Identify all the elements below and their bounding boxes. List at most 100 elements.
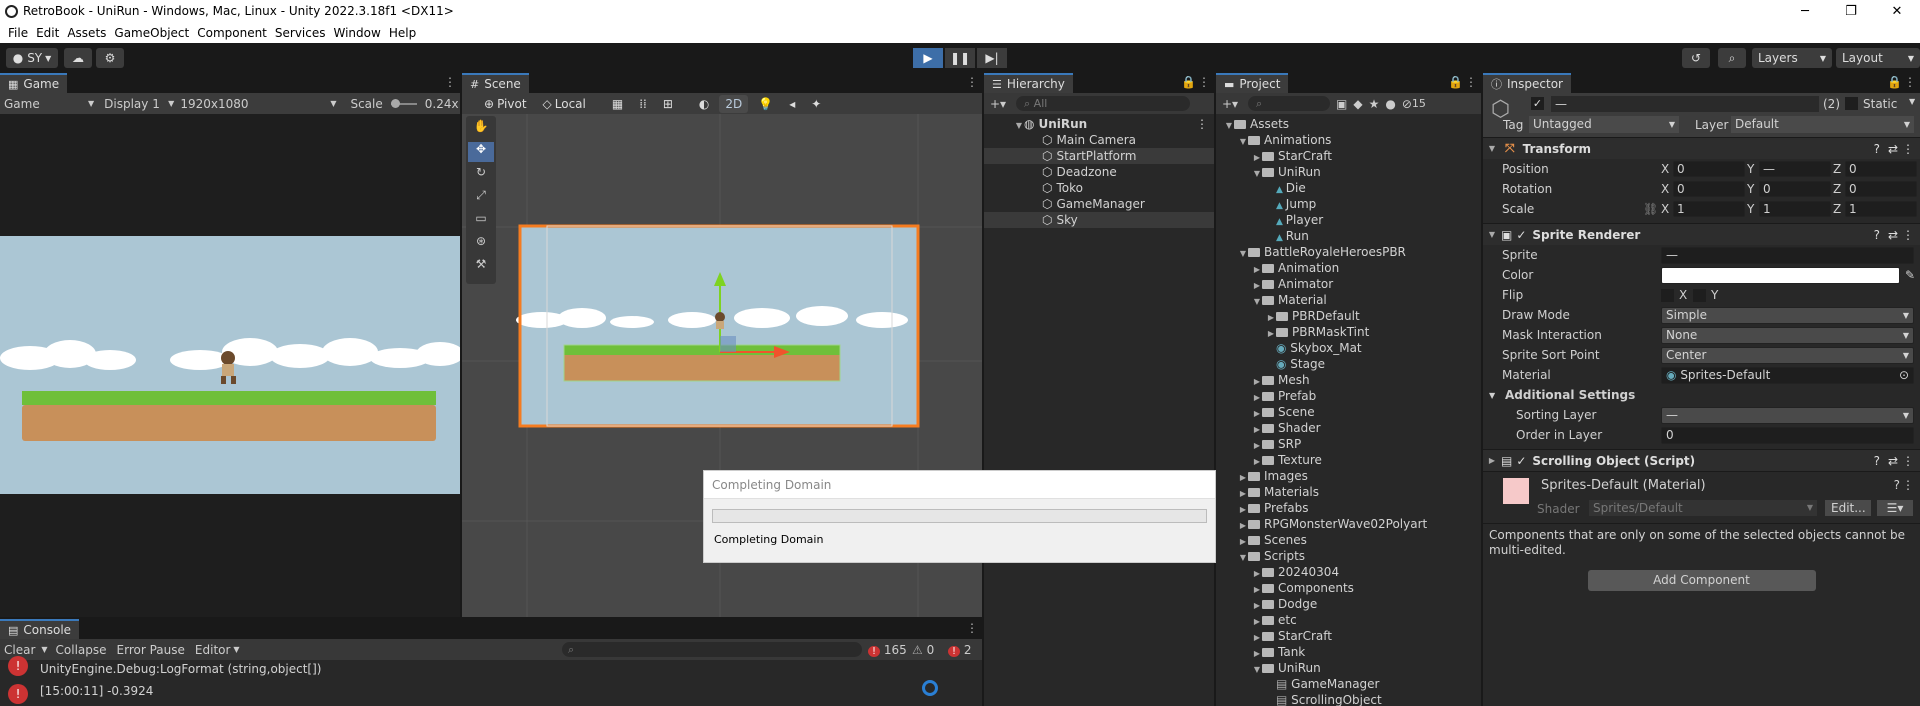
project-item[interactable]: ▼ Scripts — [1216, 548, 1481, 564]
object-picker-icon[interactable]: ⊙ — [1899, 368, 1909, 383]
menu-edit[interactable]: Edit — [36, 26, 59, 40]
edit-shader-button[interactable]: Edit... — [1825, 500, 1871, 516]
console-search[interactable]: ⌕ — [562, 642, 862, 657]
preset-icon[interactable]: ⇄ — [1888, 142, 1898, 156]
project-item[interactable]: ▤ GameManager — [1216, 676, 1481, 692]
draw-mode-button[interactable]: ◐ — [692, 94, 716, 113]
hierarchy-item[interactable]: ⬡ Deadzone — [984, 164, 1214, 180]
project-item[interactable]: ◉ Stage — [1216, 356, 1481, 372]
project-item[interactable]: ▲ Run — [1216, 228, 1481, 244]
tag-dropdown[interactable]: Untagged ▼ — [1529, 116, 1679, 133]
static-dropdown-icon[interactable]: ▼ — [1909, 97, 1915, 106]
hierarchy-search[interactable]: ⌕ All — [1016, 96, 1190, 111]
preset-icon[interactable]: ⇄ — [1888, 228, 1898, 242]
rotation-x-field[interactable]: 0 — [1673, 181, 1745, 197]
active-checkbox[interactable]: ✓ — [1531, 97, 1544, 110]
hierarchy-item[interactable]: ⬡ StartPlatform — [984, 148, 1214, 164]
project-item[interactable]: ▼ BattleRoyaleHeroesPBR — [1216, 244, 1481, 260]
project-item[interactable]: ▶ etc — [1216, 612, 1481, 628]
project-item[interactable]: ▶ Shader — [1216, 420, 1481, 436]
position-y-field[interactable]: — — [1759, 161, 1831, 177]
pivot-toggle[interactable]: ⊕ Pivot — [478, 94, 533, 113]
project-item[interactable]: ▶ Images — [1216, 468, 1481, 484]
project-item[interactable]: ▶ Dodge — [1216, 596, 1481, 612]
component-menu-icon[interactable]: ⋮ — [1902, 454, 1914, 468]
layers-dropdown[interactable]: Layers ▼ — [1752, 48, 1832, 68]
package-icon[interactable]: ● — [1385, 97, 1395, 111]
menu-file[interactable]: File — [8, 26, 28, 40]
grid-snap-button[interactable]: ▦ — [605, 94, 630, 113]
project-item[interactable]: ▶ Prefab — [1216, 388, 1481, 404]
additional-settings-row[interactable]: ▼ Additional Settings — [1483, 385, 1920, 405]
project-search[interactable]: ⌕ — [1248, 96, 1330, 111]
cloud-button[interactable]: ☁ — [64, 48, 92, 68]
mode-2d-button[interactable]: 2D — [719, 94, 749, 113]
flip-y-checkbox[interactable] — [1693, 288, 1706, 302]
scale-x-field[interactable]: 1 — [1673, 201, 1745, 217]
project-item[interactable]: ▼ Animations — [1216, 132, 1481, 148]
help-icon[interactable]: ? — [1874, 142, 1880, 156]
editor-dropdown[interactable]: Editor — [195, 643, 231, 657]
hierarchy-item[interactable]: ⬡ GameManager — [984, 196, 1214, 212]
inspector-lock-icon[interactable]: 🔒 — [1887, 75, 1902, 89]
project-item[interactable]: ▼ Assets — [1216, 116, 1481, 132]
project-item[interactable]: ▶ PBRMaskTint — [1216, 324, 1481, 340]
step-button[interactable]: ▶| — [977, 48, 1007, 68]
rotation-y-field[interactable]: 0 — [1759, 181, 1831, 197]
tab-game[interactable]: ▦ Game — [0, 73, 68, 93]
project-item[interactable]: ▶ Mesh — [1216, 372, 1481, 388]
rect-tool-icon[interactable]: ▭ — [468, 211, 494, 231]
collab-button[interactable]: ⚙ — [96, 48, 124, 68]
sprite-renderer-enabled[interactable]: ✓ — [1516, 228, 1526, 242]
effects-button[interactable]: ✦ — [805, 94, 828, 113]
hierarchy-menu-icon[interactable]: ⋮ — [1198, 75, 1210, 89]
search-button[interactable]: ⌕ — [1718, 48, 1746, 68]
hierarchy-lock-icon[interactable]: 🔒 — [1181, 75, 1196, 89]
scene-menu-icon[interactable]: ⋮ — [966, 75, 978, 89]
lighting-button[interactable]: 💡 — [752, 94, 780, 113]
transform-header[interactable]: ▼ ⤧ Transform? ⇄ ⋮ — [1483, 137, 1920, 159]
project-item[interactable]: ▶ PBRDefault — [1216, 308, 1481, 324]
project-item[interactable]: ▤ ScrollingObject — [1216, 692, 1481, 706]
minimize-button[interactable]: ─ — [1782, 0, 1828, 22]
project-lock-icon[interactable]: 🔒 — [1448, 75, 1463, 89]
project-item[interactable]: ▶ Scenes — [1216, 532, 1481, 548]
project-item[interactable]: ▶ SRP — [1216, 436, 1481, 452]
material-menu-icon[interactable]: ⋮ — [1902, 478, 1914, 492]
constrain-proportions-icon[interactable]: ⛓ — [1643, 202, 1658, 216]
game-viewport[interactable] — [0, 236, 460, 494]
move-tool-icon[interactable]: ✥ — [468, 142, 494, 162]
project-item[interactable]: ▲ Player — [1216, 212, 1481, 228]
project-item[interactable]: ◉ Skybox_Mat — [1216, 340, 1481, 356]
component-menu-icon[interactable]: ⋮ — [1902, 142, 1914, 156]
close-button[interactable]: ✕ — [1874, 0, 1920, 22]
script-enabled[interactable]: ✓ — [1516, 454, 1526, 468]
object-name-field[interactable]: — — [1551, 96, 1819, 112]
tab-console[interactable]: ▤ Console — [0, 619, 80, 639]
project-item[interactable]: ▶ Animator — [1216, 276, 1481, 292]
rotate-tool-icon[interactable]: ↻ — [468, 165, 494, 185]
component-menu-icon[interactable]: ⋮ — [1902, 228, 1914, 242]
project-item[interactable]: ▶ Components — [1216, 580, 1481, 596]
position-x-field[interactable]: 0 — [1673, 161, 1745, 177]
hierarchy-item[interactable]: ⬡ Toko — [984, 180, 1214, 196]
add-component-button[interactable]: Add Component — [1587, 570, 1816, 591]
history-button[interactable]: ↺ — [1682, 48, 1710, 68]
project-item[interactable]: ▶ Animation — [1216, 260, 1481, 276]
error-pause-button[interactable]: Error Pause — [117, 643, 185, 657]
sort-point-dropdown[interactable]: Center ▼ — [1661, 346, 1914, 364]
collapse-button[interactable]: Collapse — [56, 643, 107, 657]
filter-label-icon[interactable]: ◆ — [1353, 97, 1362, 111]
pause-button[interactable]: ❚❚ — [945, 48, 975, 68]
help-icon[interactable]: ? — [1874, 228, 1880, 242]
preset-icon[interactable]: ⇄ — [1888, 454, 1898, 468]
sorting-layer-dropdown[interactable]: — ▼ — [1661, 406, 1914, 424]
color-field[interactable] — [1661, 266, 1900, 284]
order-field[interactable]: 0 — [1661, 426, 1914, 444]
menu-window[interactable]: Window — [334, 26, 381, 40]
resolution-dropdown[interactable]: 1920x1080 — [180, 97, 330, 111]
menu-component[interactable]: Component — [197, 26, 267, 40]
console-line[interactable]: UnityEngine.Debug:LogFormat (string,obje… — [40, 660, 982, 678]
position-z-field[interactable]: 0 — [1845, 161, 1917, 177]
hierarchy-item[interactable]: ⬡ Sky — [984, 212, 1214, 228]
